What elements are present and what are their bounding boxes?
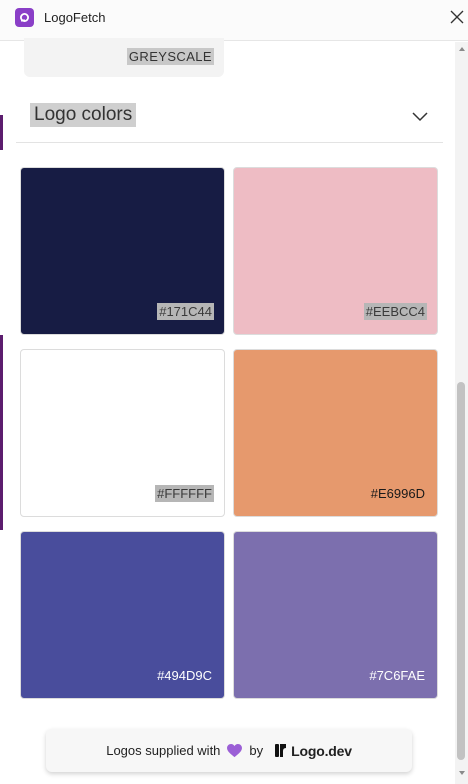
hex-code: #E6996D — [370, 486, 425, 501]
purple-heart-icon — [227, 743, 243, 757]
title-bar: LogoFetch — [0, 0, 468, 41]
chevron-down-icon[interactable] — [411, 109, 429, 123]
background-window-edge — [0, 115, 3, 150]
section-title: Logo colors — [30, 103, 137, 127]
scrollbar-thumb[interactable] — [457, 382, 465, 760]
color-swatch[interactable]: #171C44 — [20, 167, 225, 335]
logo-dev-icon — [275, 744, 287, 757]
app-logo-icon — [15, 8, 34, 27]
hex-code: #494D9C — [157, 668, 212, 683]
color-swatch[interactable]: #E6996D — [233, 349, 438, 517]
credit-text: Logos supplied with — [106, 743, 221, 758]
greyscale-card[interactable]: GREYSCALE — [24, 38, 224, 77]
greyscale-label: GREYSCALE — [126, 48, 214, 65]
credit-by: by — [249, 743, 264, 758]
color-swatch[interactable]: #FFFFFF — [20, 349, 225, 517]
hex-code: #EEBCC4 — [363, 303, 427, 320]
scroll-down-arrow[interactable] — [459, 771, 465, 775]
hex-code: #7C6FAE — [369, 668, 425, 683]
color-swatch[interactable]: #EEBCC4 — [233, 167, 438, 335]
background-window-edge — [0, 335, 3, 530]
close-icon — [450, 10, 464, 24]
color-swatch[interactable]: #7C6FAE — [233, 531, 438, 699]
hex-code: #FFFFFF — [155, 485, 214, 502]
credit-footer: Logos supplied with by Logo.dev — [46, 729, 412, 772]
scroll-up-arrow[interactable] — [459, 47, 465, 51]
color-swatch[interactable]: #494D9C — [20, 531, 225, 699]
logo-dev-link[interactable]: Logo.dev — [291, 743, 352, 759]
close-button[interactable] — [446, 6, 468, 28]
window-title: LogoFetch — [44, 10, 106, 25]
hex-code: #171C44 — [157, 303, 214, 320]
logo-colors-header[interactable]: Logo colors — [16, 98, 443, 143]
